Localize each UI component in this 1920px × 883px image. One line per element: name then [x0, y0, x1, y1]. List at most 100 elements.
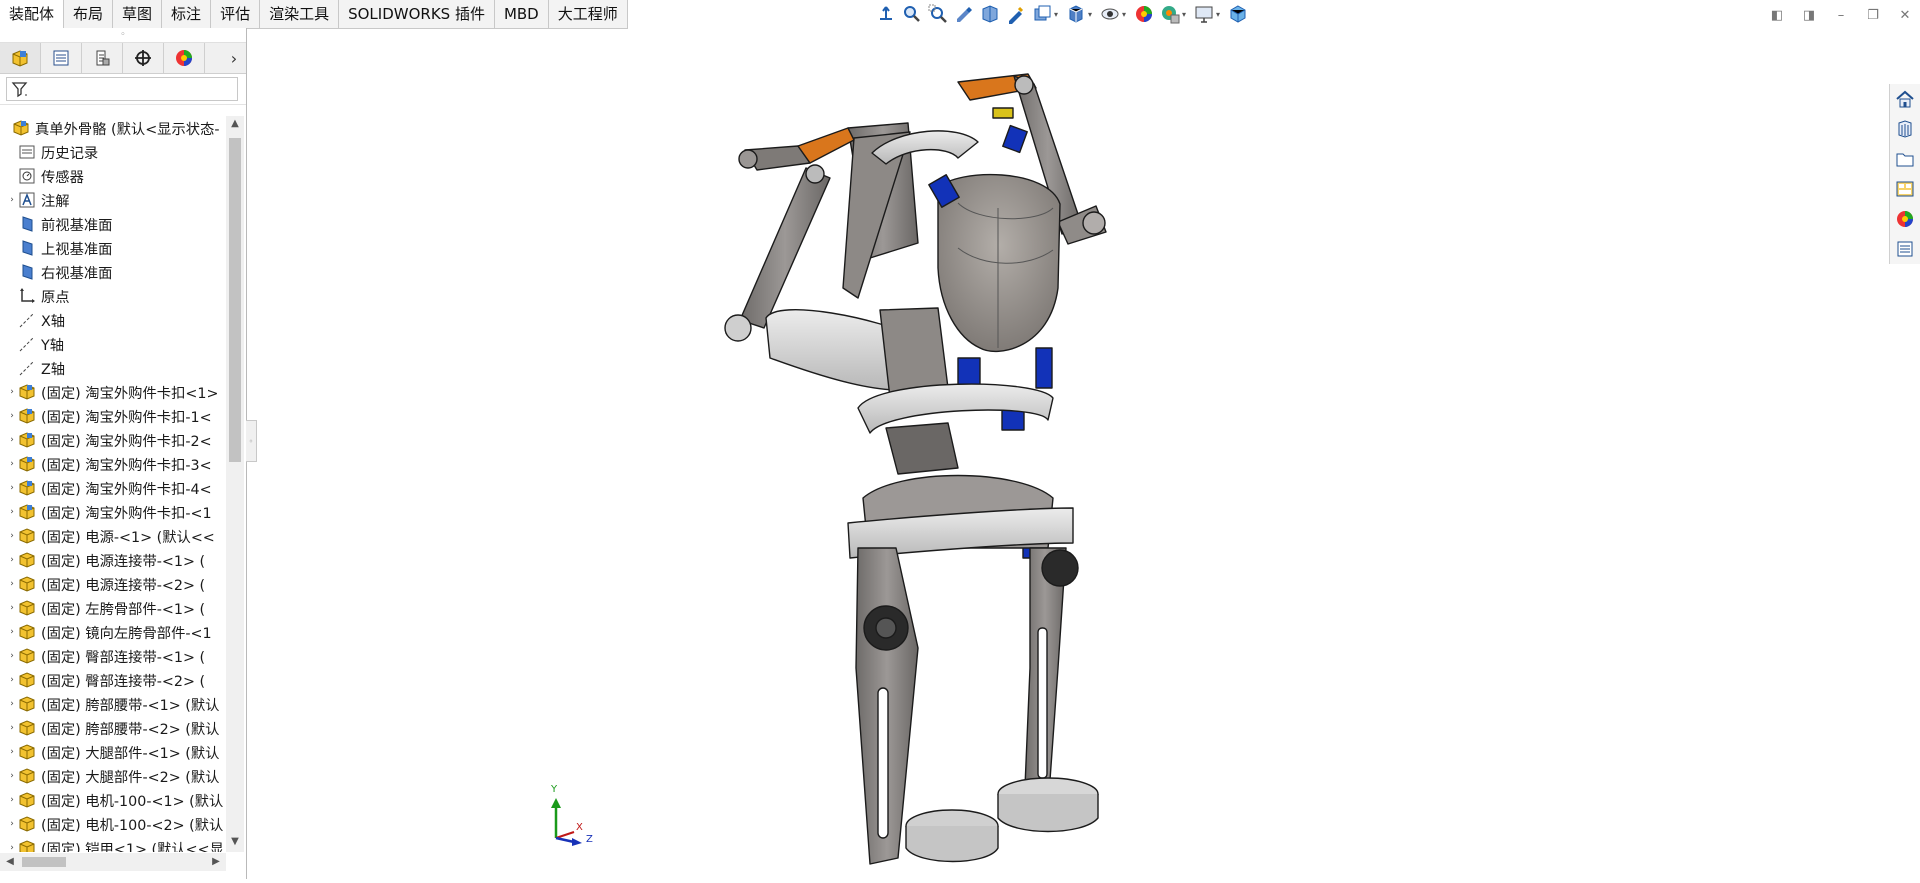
expand-arrow-icon[interactable]: ›	[6, 675, 18, 685]
filter-icon[interactable]	[11, 80, 29, 98]
tree-item[interactable]: 历史记录	[0, 140, 226, 164]
tab-4[interactable]: 评估	[211, 0, 261, 28]
configuration-manager-icon[interactable]	[82, 43, 123, 73]
custom-properties-icon[interactable]	[1890, 234, 1920, 264]
tab-7[interactable]: MBD	[495, 0, 549, 28]
expand-arrow-icon[interactable]: ›	[6, 819, 18, 829]
chevron-down-icon[interactable]: ▾	[1182, 10, 1188, 19]
home-icon[interactable]	[1890, 84, 1920, 114]
restore-icon[interactable]: ❐	[1864, 6, 1882, 24]
expand-arrow-icon[interactable]: ›	[6, 555, 18, 565]
tree-item[interactable]: › (固定) 镜向左胯骨部件-<1	[0, 620, 226, 644]
zoom-to-fit-icon[interactable]	[902, 4, 922, 24]
expand-arrow-icon[interactable]: ›	[6, 435, 18, 445]
view-palette-icon[interactable]	[1890, 174, 1920, 204]
tree-item[interactable]: › (固定) 大腿部件-<1> (默认	[0, 740, 226, 764]
tree-item[interactable]: › (固定) 电源连接带-<2> (	[0, 572, 226, 596]
tree-item[interactable]: Y轴	[0, 332, 226, 356]
expand-arrow-icon[interactable]: ›	[6, 579, 18, 589]
tree-item[interactable]: X轴	[0, 308, 226, 332]
tree-item[interactable]: › (固定) 淘宝外购件卡扣-2<	[0, 428, 226, 452]
scroll-thumb[interactable]	[22, 857, 66, 867]
hide-show-icon[interactable]	[1100, 4, 1120, 24]
apply-scene-icon[interactable]	[1160, 4, 1180, 24]
scroll-up-icon[interactable]: ▲	[226, 118, 244, 132]
expand-arrow-icon[interactable]: ›	[6, 387, 18, 397]
tree-item[interactable]: Z轴	[0, 356, 226, 380]
tree-item[interactable]: › (固定) 胯部腰带-<1> (默认	[0, 692, 226, 716]
expand-arrow-icon[interactable]: ›	[6, 795, 18, 805]
expand-arrow-icon[interactable]: ›	[6, 459, 18, 469]
panel-left-icon[interactable]: ◧	[1768, 6, 1786, 24]
view-type-icon[interactable]	[1032, 4, 1052, 24]
property-manager-icon[interactable]	[41, 43, 82, 73]
tree-vertical-scrollbar[interactable]: ▲ ▼	[226, 116, 244, 852]
panel-right-icon[interactable]: ◨	[1800, 6, 1818, 24]
tree-item[interactable]: › (固定) 电源连接带-<1> (	[0, 548, 226, 572]
tree-item[interactable]: › (固定) 电机-100-<1> (默认	[0, 788, 226, 812]
chevron-down-icon[interactable]: ▾	[1088, 10, 1094, 19]
expand-arrow-icon[interactable]: ›	[6, 699, 18, 709]
view-orientation-icon[interactable]	[876, 4, 896, 24]
tree-item[interactable]: 上视基准面	[0, 236, 226, 260]
design-library-icon[interactable]	[1890, 114, 1920, 144]
close-icon[interactable]: ✕	[1896, 6, 1914, 24]
tree-item[interactable]: › (固定) 电机-100-<2> (默认	[0, 812, 226, 836]
tree-item[interactable]: › (固定) 淘宝外购件卡扣-<1	[0, 500, 226, 524]
tree-item[interactable]: › 注解	[0, 188, 226, 212]
tree-root[interactable]: 真单外骨骼 (默认<显示状态-	[0, 116, 226, 140]
tree-item[interactable]: › (固定) 大腿部件-<2> (默认	[0, 764, 226, 788]
chevron-down-icon[interactable]: ▾	[1122, 10, 1128, 19]
tree-item[interactable]: › (固定) 淘宝外购件卡扣<1>	[0, 380, 226, 404]
tab-8[interactable]: 大工程师	[549, 0, 628, 28]
cube-icon[interactable]	[1228, 4, 1248, 24]
scroll-down-icon[interactable]: ▼	[226, 836, 244, 850]
expand-arrow-icon[interactable]: ›	[6, 483, 18, 493]
panel-collapse-handle[interactable]: ◦	[246, 420, 257, 462]
tab-5[interactable]: 渲染工具	[260, 0, 340, 28]
feature-manager-icon[interactable]	[0, 43, 41, 73]
zoom-to-area-icon[interactable]	[928, 4, 948, 24]
tree-item[interactable]: › (固定) 电源-<1> (默认<<	[0, 524, 226, 548]
tree-item[interactable]: › (固定) 臀部连接带-<2> (	[0, 668, 226, 692]
tree-item[interactable]: 右视基准面	[0, 260, 226, 284]
chevron-right-icon[interactable]: ›	[222, 43, 246, 73]
tree-item[interactable]: 前视基准面	[0, 212, 226, 236]
expand-arrow-icon[interactable]: ›	[6, 771, 18, 781]
tree-horizontal-scrollbar[interactable]: ◀ ▶	[0, 853, 226, 871]
display-style-icon[interactable]	[1066, 4, 1086, 24]
tree-item[interactable]: › (固定) 淘宝外购件卡扣-1<	[0, 404, 226, 428]
expand-arrow-icon[interactable]: ›	[6, 195, 18, 205]
scroll-thumb[interactable]	[229, 138, 241, 462]
exoskeleton-model[interactable]	[258, 28, 1878, 879]
expand-arrow-icon[interactable]: ›	[6, 507, 18, 517]
expand-arrow-icon[interactable]: ›	[6, 747, 18, 757]
previous-view-icon[interactable]	[954, 4, 974, 24]
edit-appearance-icon[interactable]	[1134, 4, 1154, 24]
dimxpert-icon[interactable]	[123, 43, 164, 73]
tree-item[interactable]: › (固定) 铠甲<1> (默认<<显	[0, 836, 226, 852]
tab-3[interactable]: 标注	[162, 0, 212, 28]
dynamic-annotation-icon[interactable]	[1006, 4, 1026, 24]
expand-arrow-icon[interactable]: ›	[6, 843, 18, 852]
tree-item[interactable]: › (固定) 臀部连接带-<1> (	[0, 644, 226, 668]
minimize-icon[interactable]: –	[1832, 6, 1850, 24]
tab-0[interactable]: 装配体	[0, 0, 65, 30]
tab-2[interactable]: 草图	[113, 0, 163, 28]
chevron-down-icon[interactable]: ▾	[1216, 10, 1222, 19]
expand-arrow-icon[interactable]: ›	[6, 411, 18, 421]
tab-6[interactable]: SOLIDWORKS 插件	[339, 0, 495, 28]
expand-arrow-icon[interactable]: ›	[6, 651, 18, 661]
scroll-right-icon[interactable]: ▶	[208, 853, 224, 871]
tree-item[interactable]: › (固定) 淘宝外购件卡扣-4<	[0, 476, 226, 500]
expand-arrow-icon[interactable]: ›	[6, 627, 18, 637]
display-manager-icon[interactable]	[164, 43, 205, 73]
file-explorer-icon[interactable]	[1890, 144, 1920, 174]
tree-item[interactable]: › (固定) 淘宝外购件卡扣-3<	[0, 452, 226, 476]
expand-arrow-icon[interactable]: ›	[6, 723, 18, 733]
tree-filter-input[interactable]	[6, 77, 238, 101]
chevron-down-icon[interactable]: ▾	[1054, 10, 1060, 19]
expand-arrow-icon[interactable]: ›	[6, 603, 18, 613]
scroll-left-icon[interactable]: ◀	[2, 853, 18, 871]
appearances-icon[interactable]	[1890, 204, 1920, 234]
